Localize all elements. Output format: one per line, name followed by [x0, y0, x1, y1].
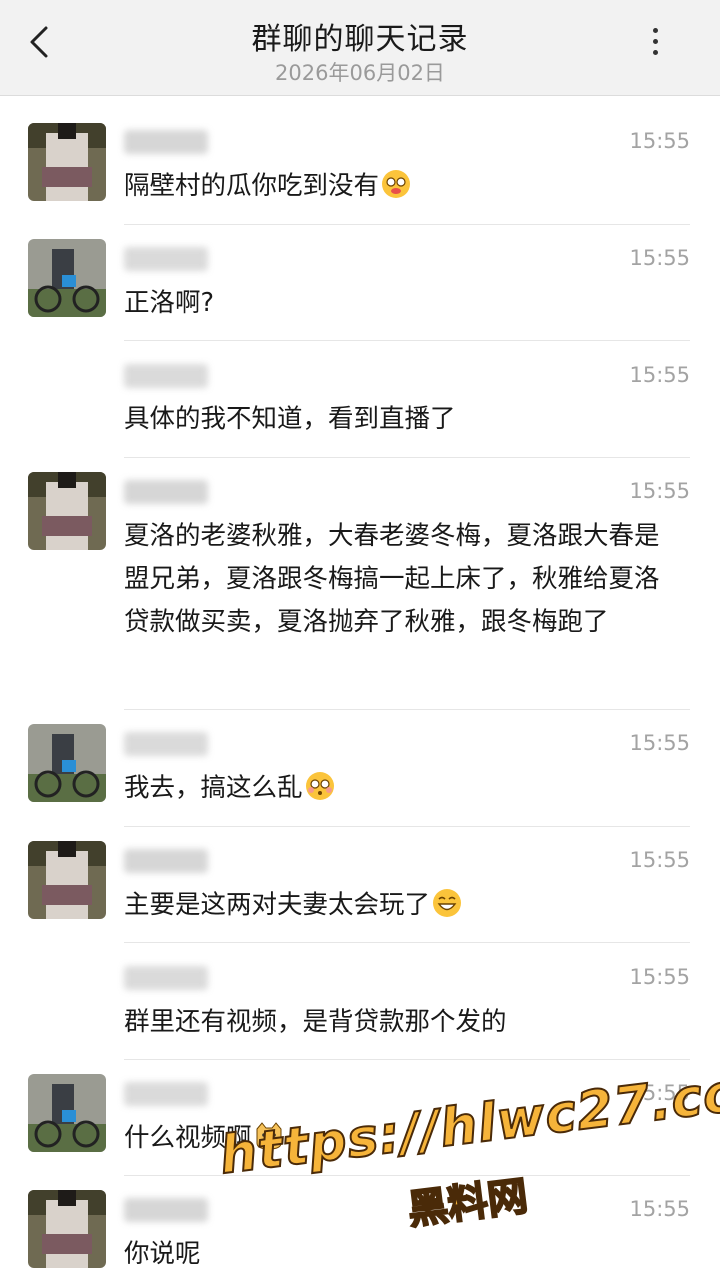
avatar[interactable]	[28, 239, 106, 317]
message-time: 15:55	[629, 129, 690, 153]
avatar[interactable]	[28, 841, 106, 919]
message-text: 隔壁村的瓜你吃到没有	[124, 165, 684, 208]
message-time: 15:55	[629, 246, 690, 270]
avatar[interactable]	[28, 1074, 106, 1152]
message-text: 正洛啊?	[124, 288, 215, 318]
cat-face-emoji	[256, 1122, 282, 1150]
sender-name-blurred	[124, 1082, 208, 1106]
avatar-man-image	[28, 1074, 106, 1152]
message-time: 15:55	[629, 1081, 690, 1105]
divider	[124, 224, 690, 225]
divider	[124, 826, 690, 827]
sender-name-blurred	[124, 1198, 208, 1222]
avatar-woman-image	[28, 472, 106, 550]
more-dot-icon	[652, 50, 658, 55]
sender-name-blurred	[124, 849, 208, 873]
avatar[interactable]	[28, 724, 106, 802]
avatar-woman-image	[28, 1190, 106, 1268]
message-time: 15:55	[629, 363, 690, 387]
more-dot-icon	[652, 28, 658, 33]
divider	[124, 1175, 690, 1176]
divider	[124, 340, 690, 341]
avatar-man-image	[28, 724, 106, 802]
message-time: 15:55	[629, 479, 690, 503]
avatar[interactable]	[28, 123, 106, 201]
dizzy-face-emoji	[382, 170, 411, 198]
sender-name-blurred	[124, 130, 208, 154]
avatar-woman-image	[28, 123, 106, 201]
message-text: 群里还有视频，是背贷款那个发的	[124, 1007, 507, 1037]
record-date: 2026年06月02日	[275, 61, 445, 85]
message-text: 主要是这两对夫妻太会玩了	[124, 884, 684, 927]
sender-name-blurred	[124, 732, 208, 756]
divider	[124, 457, 690, 458]
message-time: 15:55	[629, 848, 690, 872]
flushed-face-emoji	[305, 772, 334, 800]
page-title: 群聊的聊天记录	[251, 22, 469, 57]
sender-name-blurred	[124, 480, 208, 504]
message-text-content: 隔壁村的瓜你吃到没有	[124, 171, 380, 201]
divider	[124, 709, 690, 710]
sender-name-blurred	[124, 966, 208, 990]
grinning-face-emoji	[433, 889, 462, 917]
more-dot-icon	[652, 39, 658, 44]
sender-name-blurred	[124, 364, 208, 388]
message-text: 什么视频啊	[124, 1117, 684, 1160]
sender-name-blurred	[124, 247, 208, 271]
divider	[124, 1059, 690, 1060]
message-time: 15:55	[629, 965, 690, 989]
message-text-content: 我去，搞这么乱	[124, 773, 303, 803]
message-text: 夏洛的老婆秋雅，大春老婆冬梅，夏洛跟大春是盟兄弟，夏洛跟冬梅搞一起上床了，秋雅给…	[124, 521, 660, 637]
message-time: 15:55	[629, 731, 690, 755]
message-text: 你说呢	[124, 1239, 201, 1269]
more-options-button[interactable]	[640, 22, 670, 66]
message-text-content: 什么视频啊	[124, 1123, 252, 1153]
avatar[interactable]	[28, 1190, 106, 1268]
message-time: 15:55	[629, 1197, 690, 1221]
avatar-man-image	[28, 239, 106, 317]
avatar[interactable]	[28, 472, 106, 550]
message-text: 我去，搞这么乱	[124, 767, 684, 810]
avatar-woman-image	[28, 841, 106, 919]
top-bar: 群聊的聊天记录 2026年06月02日	[0, 0, 720, 96]
message-text: 具体的我不知道，看到直播了	[124, 404, 456, 434]
message-text-content: 主要是这两对夫妻太会玩了	[124, 890, 431, 920]
divider	[124, 942, 690, 943]
